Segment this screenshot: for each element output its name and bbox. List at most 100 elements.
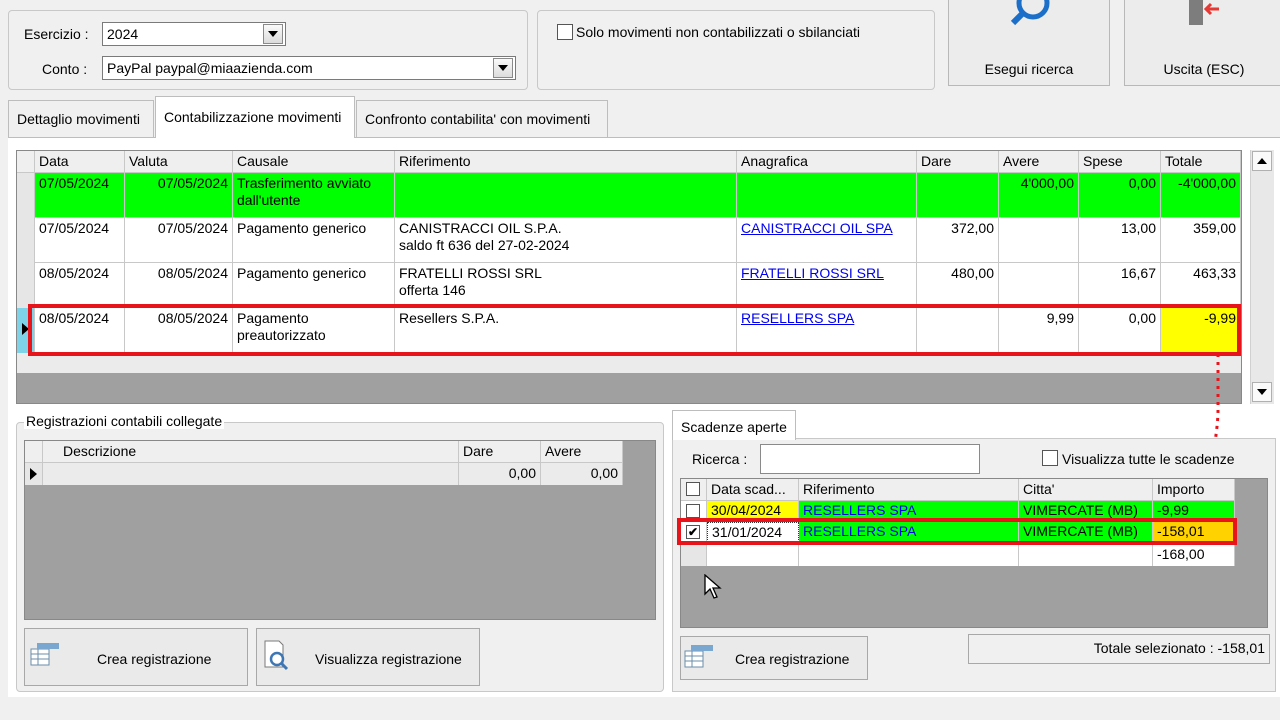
- visualizza-registrazione-button[interactable]: Visualizza registrazione: [256, 628, 480, 686]
- visualizza-tutte-checkbox[interactable]: [1042, 450, 1058, 466]
- col-header-totale[interactable]: Totale: [1161, 151, 1241, 173]
- col-header-data-scadenza[interactable]: Data scad...: [707, 479, 799, 501]
- cell-data: 07/05/2024: [35, 218, 125, 263]
- col-header-importo[interactable]: Importo: [1153, 479, 1235, 501]
- cell-causale: Pagamento preautorizzato: [233, 308, 395, 353]
- scroll-up-icon[interactable]: [1252, 151, 1272, 171]
- cell-valuta: 07/05/2024: [125, 173, 233, 218]
- col-header-dare[interactable]: Dare: [459, 441, 541, 463]
- row-selector[interactable]: [17, 263, 35, 308]
- empty-row: [17, 353, 1241, 373]
- row-selector[interactable]: [17, 218, 35, 263]
- grid-corner: [681, 479, 707, 501]
- document-search-icon: [264, 640, 289, 671]
- cell-riferimento: RESELLERS SPA: [799, 522, 1019, 544]
- registrazioni-grid[interactable]: Descrizione Dare Avere 0,00 0,00: [24, 440, 656, 620]
- cell-anagrafica: RESELLERS SPA: [737, 308, 917, 353]
- cell-importo-total: -168,00: [1153, 544, 1235, 566]
- search-button[interactable]: Esegui ricerca: [948, 0, 1110, 86]
- current-row-indicator-icon: [22, 323, 29, 335]
- solo-movimenti-checkbox[interactable]: [557, 24, 573, 40]
- cell-totale: -4'000,00: [1161, 173, 1241, 218]
- col-header-descrizione[interactable]: Descrizione: [43, 441, 459, 463]
- anagrafica-link[interactable]: FRATELLI ROSSI SRL: [741, 265, 884, 281]
- select-all-checkbox[interactable]: [686, 482, 700, 496]
- row-selector[interactable]: [17, 173, 35, 218]
- table-row[interactable]: 07/05/2024 07/05/2024 Trasferimento avvi…: [17, 173, 1241, 218]
- ricerca-input[interactable]: [760, 444, 980, 474]
- cell-anagrafica: CANISTRACCI OIL SPA: [737, 218, 917, 263]
- col-header-data[interactable]: Data: [35, 151, 125, 173]
- tab-contabilizzazione-movimenti[interactable]: Contabilizzazione movimenti: [155, 96, 355, 138]
- cell-spese: 13,00: [1079, 218, 1161, 263]
- row-selector[interactable]: [25, 463, 43, 485]
- cell-data: 08/05/2024: [35, 308, 125, 353]
- cell-anagrafica: [737, 173, 917, 218]
- table-row[interactable]: 0,00 0,00: [25, 463, 623, 485]
- options-panel: [537, 10, 935, 90]
- row-selector[interactable]: [17, 308, 35, 353]
- row-checkbox-checked[interactable]: ✔: [686, 525, 700, 539]
- cell-data: 08/05/2024: [35, 263, 125, 308]
- col-header-riferimento[interactable]: Riferimento: [799, 479, 1019, 501]
- col-header-anagrafica[interactable]: Anagrafica: [737, 151, 917, 173]
- crea-registrazione-label: Crea registrazione: [735, 651, 850, 667]
- tab-confronto-contabilita[interactable]: Confronto contabilita' con movimenti: [356, 100, 608, 138]
- tab-dettaglio-movimenti[interactable]: Dettaglio movimenti: [8, 100, 154, 138]
- anagrafica-link[interactable]: RESELLERS SPA: [741, 310, 854, 326]
- scroll-down-icon[interactable]: [1252, 382, 1272, 402]
- cell-riferimento: CANISTRACCI OIL S.P.A. saldo ft 636 del …: [395, 218, 737, 263]
- cell-causale: Pagamento generico: [233, 218, 395, 263]
- chevron-down-icon[interactable]: [263, 24, 283, 44]
- table-row[interactable]: 07/05/2024 07/05/2024 Pagamento generico…: [17, 218, 1241, 263]
- row-check-cell: [681, 544, 707, 566]
- cell-citta: VIMERCATE (MB): [1019, 522, 1153, 544]
- scadenze-grid[interactable]: Data scad... Riferimento Citta' Importo …: [680, 478, 1268, 628]
- col-header-riferimento[interactable]: Riferimento: [395, 151, 737, 173]
- table-add-icon: [684, 645, 713, 668]
- exit-button[interactable]: Uscita (ESC): [1124, 0, 1280, 86]
- cell-avere: 0,00: [541, 463, 623, 485]
- tab-label: Dettaglio movimenti: [17, 111, 140, 127]
- cell-empty: [707, 544, 799, 566]
- col-header-causale[interactable]: Causale: [233, 151, 395, 173]
- table-row-selected[interactable]: ✔ 31/01/2024 RESELLERS SPA VIMERCATE (MB…: [681, 522, 1235, 544]
- tab-scadenze-aperte[interactable]: Scadenze aperte: [672, 410, 796, 440]
- cell-riferimento: [395, 173, 737, 218]
- col-header-avere[interactable]: Avere: [999, 151, 1079, 173]
- cell-avere: [999, 263, 1079, 308]
- cell-data: 07/05/2024: [35, 173, 125, 218]
- col-header-citta[interactable]: Citta': [1019, 479, 1153, 501]
- table-row[interactable]: 08/05/2024 08/05/2024 Pagamento generico…: [17, 263, 1241, 308]
- esercizio-value: 2024: [107, 26, 139, 42]
- table-row-selected[interactable]: 08/05/2024 08/05/2024 Pagamento preautor…: [17, 308, 1241, 353]
- cell-spese: 0,00: [1079, 173, 1161, 218]
- cell-data-scadenza: 31/01/2024: [707, 522, 799, 544]
- cell-importo: -158,01: [1153, 522, 1235, 544]
- cell-causale: Trasferimento avviato dall'utente: [233, 173, 395, 218]
- cell-riferimento: FRATELLI ROSSI SRL offerta 146: [395, 263, 737, 308]
- esercizio-select[interactable]: 2024: [102, 22, 286, 46]
- row-checkbox[interactable]: [686, 504, 700, 518]
- col-header-dare[interactable]: Dare: [917, 151, 999, 173]
- tab-label: Contabilizzazione movimenti: [164, 109, 342, 125]
- movements-scrollbar[interactable]: [1250, 150, 1274, 404]
- table-row[interactable]: 30/04/2024 RESELLERS SPA VIMERCATE (MB) …: [681, 501, 1235, 522]
- cell-totale: -9,99: [1161, 308, 1241, 353]
- col-header-valuta[interactable]: Valuta: [125, 151, 233, 173]
- scadenze-crea-registrazione-button[interactable]: Crea registrazione: [680, 636, 868, 680]
- anagrafica-link[interactable]: CANISTRACCI OIL SPA: [741, 220, 893, 236]
- chevron-down-icon[interactable]: [493, 58, 513, 78]
- cell-dare: 372,00: [917, 218, 999, 263]
- movements-grid[interactable]: Data Valuta Causale Riferimento Anagrafi…: [16, 150, 1242, 404]
- conto-select[interactable]: PayPal paypal@miaazienda.com: [102, 56, 516, 80]
- cell-avere: [999, 218, 1079, 263]
- col-header-avere[interactable]: Avere: [541, 441, 623, 463]
- totale-selezionato-box: Totale selezionato : -158,01: [968, 634, 1270, 664]
- cell-citta: VIMERCATE (MB): [1019, 501, 1153, 522]
- grid-corner: [17, 151, 35, 173]
- mouse-cursor-icon: [704, 574, 722, 599]
- cell-empty: [1019, 544, 1153, 566]
- crea-registrazione-button[interactable]: Crea registrazione: [24, 628, 248, 686]
- col-header-spese[interactable]: Spese: [1079, 151, 1161, 173]
